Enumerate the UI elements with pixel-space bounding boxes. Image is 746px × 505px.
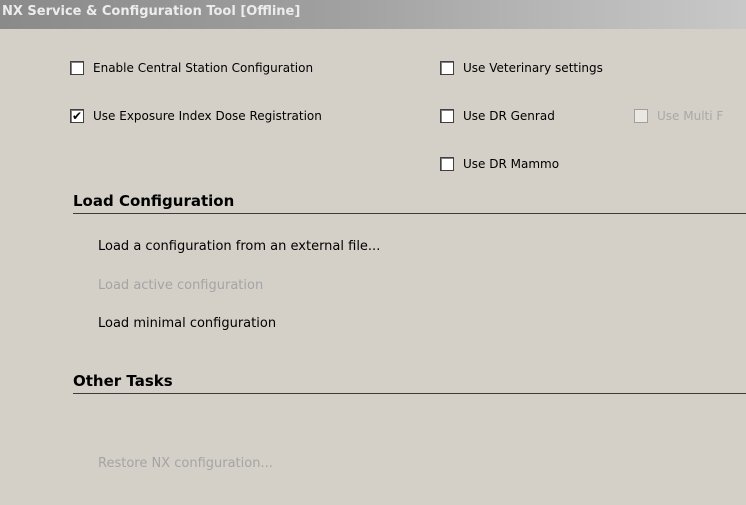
- exposure-index-checkbox[interactable]: ✔ Use Exposure Index Dose Registration: [70, 109, 322, 123]
- veterinary-checkbox[interactable]: Use Veterinary settings: [440, 61, 603, 75]
- multi-label: Use Multi F: [657, 109, 724, 123]
- options-panel: Enable Central Station Configuration Use…: [0, 0, 746, 200]
- load-active-configuration-link: Load active configuration: [98, 278, 264, 293]
- multi-checkbox: Use Multi F: [634, 109, 723, 123]
- checkbox-box[interactable]: [440, 61, 454, 75]
- dr-genrad-checkbox[interactable]: Use DR Genrad: [440, 109, 555, 123]
- load-minimal-configuration-link[interactable]: Load minimal configuration: [98, 316, 276, 331]
- checkbox-box[interactable]: [70, 61, 84, 75]
- check-mark-icon: ✔: [71, 109, 83, 123]
- checkbox-box[interactable]: [440, 157, 454, 171]
- restore-configuration-link: Restore NX configuration...: [98, 456, 273, 471]
- central-station-checkbox[interactable]: Enable Central Station Configuration: [70, 61, 313, 75]
- checkbox-box[interactable]: ✔: [70, 109, 84, 123]
- other-tasks-header: Other Tasks: [73, 372, 746, 394]
- veterinary-label: Use Veterinary settings: [463, 61, 603, 75]
- checkbox-box[interactable]: [440, 109, 454, 123]
- checkbox-box: [634, 109, 648, 123]
- load-configuration-header: Load Configuration: [73, 192, 746, 214]
- load-external-file-link[interactable]: Load a configuration from an external fi…: [98, 239, 380, 254]
- exposure-index-label: Use Exposure Index Dose Registration: [93, 109, 322, 123]
- dr-mammo-label: Use DR Mammo: [463, 157, 560, 171]
- dr-mammo-checkbox[interactable]: Use DR Mammo: [440, 157, 559, 171]
- central-station-label: Enable Central Station Configuration: [93, 61, 314, 75]
- dr-genrad-label: Use DR Genrad: [463, 109, 555, 123]
